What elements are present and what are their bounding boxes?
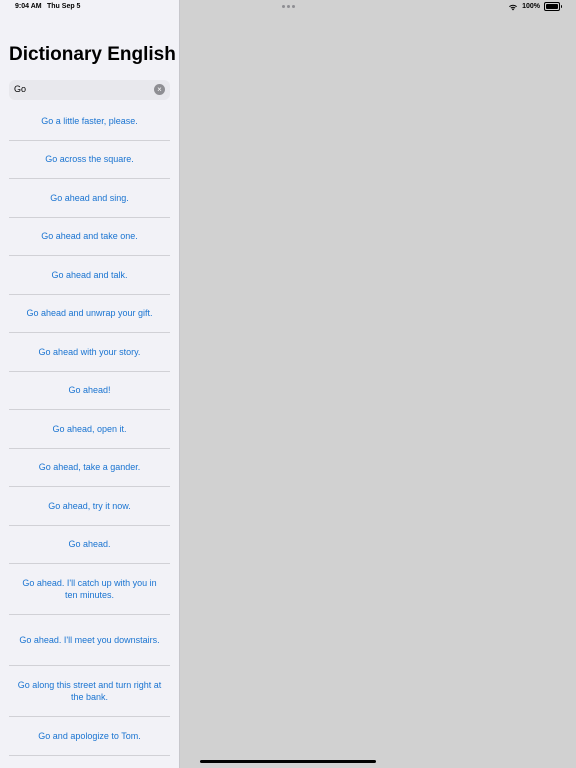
list-item-label: Go ahead with your story. [38,346,141,357]
list-item-label: Go ahead and unwrap your gift. [26,308,153,319]
detail-pane [180,0,576,768]
sidebar: Dictionary English Go × Go a little fast… [0,0,180,768]
list-item-label: Go ahead, try it now. [48,500,131,511]
list-item[interactable]: Go ahead and sing. [9,179,170,218]
clear-icon[interactable]: × [154,84,165,95]
list-item-label: Go and apologize to Tom. [38,730,141,741]
list-item-label: Go ahead, take a gander. [38,462,141,473]
list-item-label: Go a little faster, please. [41,115,138,126]
list-item[interactable]: Go ahead and unwrap your gift. [9,295,170,333]
status-right-group: 100% [508,2,562,11]
search-input[interactable]: Go [14,84,26,94]
page-title: Dictionary English [9,44,176,65]
list-item[interactable]: Go a little faster, please. [9,102,170,141]
list-item[interactable]: Go ahead. [9,526,170,564]
list-item[interactable]: Go ahead with your story. [9,333,170,372]
list-item-label: Go ahead and take one. [41,231,138,242]
list-item-label: Go ahead! [68,385,111,396]
list-item[interactable]: Go ahead. I'll catch up with you in ten … [9,564,170,615]
status-time: 9:04 AM [15,3,42,10]
more-dots-icon[interactable] [282,5,295,8]
list-item[interactable]: Go along this street and turn right at t… [9,666,170,717]
list-item-label: Go along this street and turn right at t… [17,680,162,702]
status-bar: 9:04 AM Thu Sep 5 100% [0,0,576,16]
list-item-label: Go ahead and talk. [51,269,128,280]
results-list: Go a little faster, please. Go across th… [9,102,170,756]
list-item[interactable]: Go ahead! [9,372,170,410]
list-item[interactable]: Go ahead and talk. [9,256,170,295]
list-item[interactable]: Go ahead, open it. [9,410,170,449]
list-item-label: Go ahead. I'll catch up with you in ten … [22,578,157,600]
list-item-label: Go ahead. [68,539,111,550]
list-item[interactable]: Go ahead. I'll meet you downstairs. [9,615,170,666]
list-item-label: Go ahead, open it. [52,423,127,434]
list-item-label: Go ahead. I'll meet you downstairs. [19,635,160,645]
list-item[interactable]: Go ahead, try it now. [9,487,170,526]
battery-percent: 100% [522,3,540,10]
list-item[interactable]: Go ahead, take a gander. [9,449,170,487]
list-item[interactable]: Go across the square. [9,141,170,179]
list-item-label: Go ahead and sing. [50,192,129,203]
home-indicator[interactable] [200,760,376,763]
search-field[interactable]: Go × [9,80,170,100]
list-item-label: Go across the square. [45,154,134,165]
list-item[interactable]: Go and apologize to Tom. [9,717,170,756]
battery-icon [544,2,562,11]
status-date: Thu Sep 5 [47,3,81,10]
list-item[interactable]: Go ahead and take one. [9,218,170,256]
wifi-icon [509,4,518,10]
